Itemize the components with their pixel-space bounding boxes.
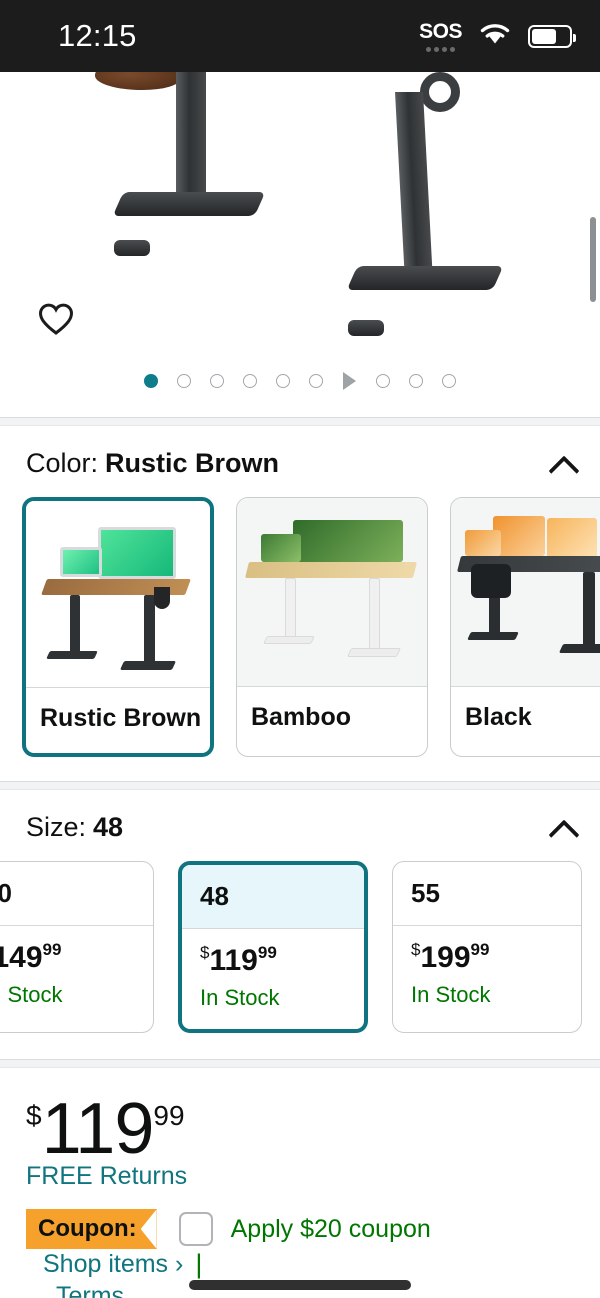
price-whole: 199 — [420, 941, 471, 974]
status-indicators: SOS — [419, 20, 576, 52]
desk-foot-left-cap — [114, 240, 150, 256]
status-bar: 12:15 SOS — [0, 0, 600, 72]
color-option-label: Bamboo — [237, 686, 427, 752]
page-scrollbar[interactable] — [590, 217, 596, 302]
size-label-group: Size: 48 — [26, 812, 123, 843]
size-section-header[interactable]: Size: 48 — [0, 812, 600, 843]
play-video-icon[interactable] — [343, 372, 356, 390]
size-option-price: $14999 — [0, 940, 135, 975]
color-option-label: Rustic Brown — [26, 687, 210, 753]
color-option-black[interactable]: Black — [450, 497, 600, 757]
color-swatch-image — [26, 501, 210, 687]
price-cents: 99 — [470, 940, 490, 959]
color-section: Color: Rustic Brown Rustic Brown Bamboo … — [0, 426, 600, 781]
desk-top-edge — [95, 72, 181, 90]
carousel-indicator[interactable] — [0, 372, 600, 390]
battery-icon — [528, 24, 576, 48]
size-option-55[interactable]: 55 $19999 In Stock — [392, 861, 582, 1033]
wifi-icon — [478, 21, 512, 52]
chevron-up-icon[interactable] — [550, 815, 576, 841]
carousel-dot[interactable] — [177, 374, 191, 388]
carousel-dot[interactable] — [376, 374, 390, 388]
carousel-dot[interactable] — [144, 374, 158, 388]
product-price: $119 99 — [26, 1089, 574, 1169]
size-option-body: $19999 In Stock — [393, 925, 581, 1026]
sos-indicator: SOS — [419, 20, 462, 52]
price-whole: 119 — [209, 944, 258, 977]
home-indicator — [189, 1280, 411, 1290]
separator-pipe: | — [195, 1248, 203, 1279]
color-label: Color: — [26, 448, 99, 478]
desk-foot-left — [112, 192, 266, 216]
coupon-checkbox[interactable] — [178, 1212, 213, 1247]
carousel-dot[interactable] — [409, 374, 423, 388]
color-options-carousel[interactable]: Rustic Brown Bamboo Black — [0, 497, 600, 781]
section-divider — [0, 781, 600, 790]
carousel-dot[interactable] — [276, 374, 290, 388]
product-image-carousel[interactable]: VIEW 360° — [0, 72, 600, 417]
section-divider — [0, 417, 600, 426]
price-currency: $ — [26, 1100, 42, 1131]
size-option-name: 40 — [0, 862, 153, 925]
carousel-dot[interactable] — [243, 374, 257, 388]
price-whole: 119 — [41, 1089, 155, 1169]
apply-coupon-label[interactable]: Apply $20 coupon — [231, 1215, 431, 1244]
color-section-header[interactable]: Color: Rustic Brown — [0, 448, 600, 479]
free-returns-link[interactable]: FREE Returns — [26, 1162, 187, 1190]
signal-dots-icon — [426, 47, 456, 52]
price-whole: 149 — [0, 941, 43, 974]
price-cents: 99 — [42, 940, 62, 959]
size-option-price: $19999 — [411, 940, 563, 975]
color-option-label: Black — [451, 686, 600, 752]
sos-label: SOS — [419, 20, 462, 43]
color-option-rustic-brown[interactable]: Rustic Brown — [22, 497, 214, 757]
shop-items-link[interactable]: Shop items › — [43, 1250, 183, 1279]
color-label-group: Color: Rustic Brown — [26, 448, 279, 479]
desk-leg-right-column — [395, 92, 433, 282]
heart-outline-icon[interactable] — [38, 302, 74, 338]
size-option-stock: In Stock — [200, 985, 280, 1010]
size-section: Size:48 40 $14999 In Stock 48 $11999 — [0, 790, 600, 1059]
carousel-dot[interactable] — [309, 374, 323, 388]
size-option-stock: In Stock — [0, 982, 63, 1007]
size-option-body: $14999 In Stock — [0, 925, 153, 1026]
color-swatch-image — [451, 498, 600, 686]
price-cents: 99 — [257, 943, 277, 962]
size-option-40[interactable]: 40 $14999 In Stock — [0, 861, 154, 1033]
size-selected-value: 48 — [93, 812, 124, 842]
size-options-carousel[interactable]: 40 $14999 In Stock 48 $11999 In Stock — [0, 861, 600, 1059]
size-label: Size: — [26, 812, 87, 842]
size-option-name: 55 — [411, 878, 440, 908]
desk-foot-right — [346, 266, 504, 290]
product-detail-screen: 12:15 SOS Color: Rustic Brown Rustic Bro… — [0, 0, 600, 1298]
section-divider — [0, 1059, 600, 1068]
size-option-48[interactable]: 48 $11999 In Stock — [178, 861, 368, 1033]
color-swatch-image — [237, 498, 427, 686]
desk-foot-right-cap — [348, 320, 384, 336]
carousel-dot[interactable] — [210, 374, 224, 388]
status-clock: 12:15 — [58, 18, 137, 53]
coupon-badge: Coupon: — [26, 1209, 157, 1249]
size-option-body: $11999 In Stock — [182, 928, 364, 1029]
chevron-up-icon[interactable] — [550, 451, 576, 477]
size-option-stock: In Stock — [411, 982, 491, 1007]
color-selected-value: Rustic Brown — [105, 448, 280, 478]
size-option-name: 48 — [182, 865, 364, 928]
desk-leg-left-column — [176, 72, 206, 194]
size-option-price: $11999 — [200, 943, 346, 978]
carousel-dot[interactable] — [442, 374, 456, 388]
color-option-bamboo[interactable]: Bamboo — [236, 497, 428, 757]
price-block: $119 99 FREE Returns Coupon: Apply $20 co… — [0, 1068, 600, 1298]
price-cents: 99 — [153, 1100, 185, 1131]
